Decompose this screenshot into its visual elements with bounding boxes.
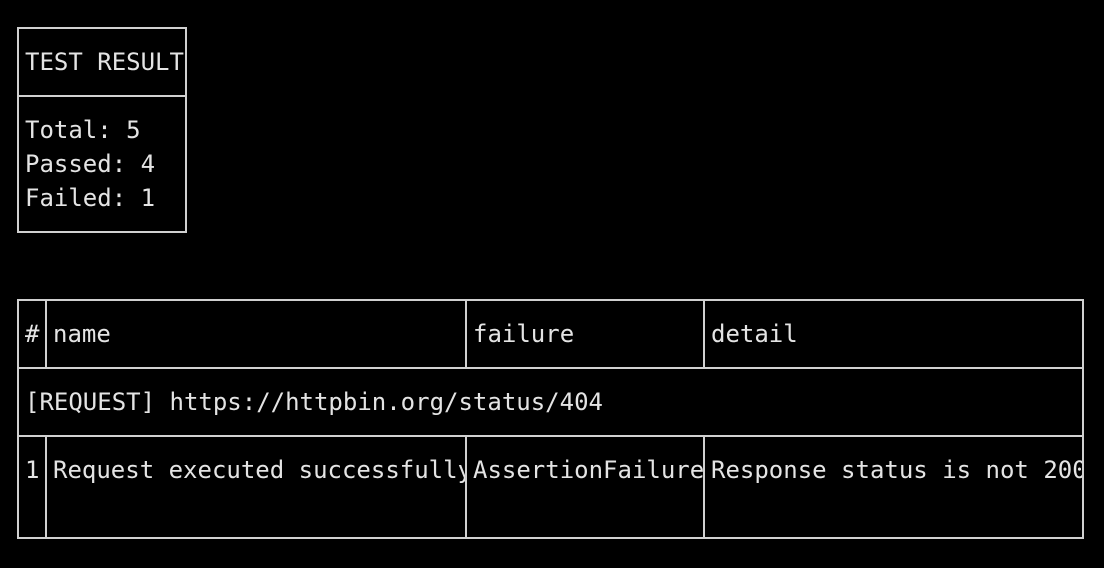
table-header-row: # name failure detail: [19, 301, 1082, 369]
column-header-name: name: [47, 301, 467, 367]
column-header-number: #: [19, 301, 47, 367]
summary-title: TEST RESULT: [19, 29, 185, 97]
summary-total: Total: 5: [25, 116, 141, 144]
column-header-detail: detail: [711, 320, 798, 348]
results-table: # name failure detail [REQUEST] https://…: [17, 299, 1084, 539]
row-detail: Response status is not 200: [711, 456, 1082, 484]
test-result-summary: TEST RESULT Total: 5 Passed: 4 Failed: 1: [17, 27, 187, 233]
table-row: 1 Request executed successfully Assertio…: [19, 437, 1082, 537]
row-number: 1: [19, 437, 47, 537]
summary-failed: Failed: 1: [25, 184, 156, 212]
row-name: Request executed successfully: [47, 437, 467, 537]
request-group-label: [REQUEST] https://httpbin.org/status/404: [25, 388, 603, 416]
summary-body: Total: 5 Passed: 4 Failed: 1: [19, 97, 185, 215]
summary-passed: Passed: 4: [25, 150, 156, 178]
request-group-row: [REQUEST] https://httpbin.org/status/404: [19, 369, 1082, 437]
column-header-failure: failure: [467, 301, 705, 367]
row-failure: AssertionFailure: [467, 437, 705, 537]
